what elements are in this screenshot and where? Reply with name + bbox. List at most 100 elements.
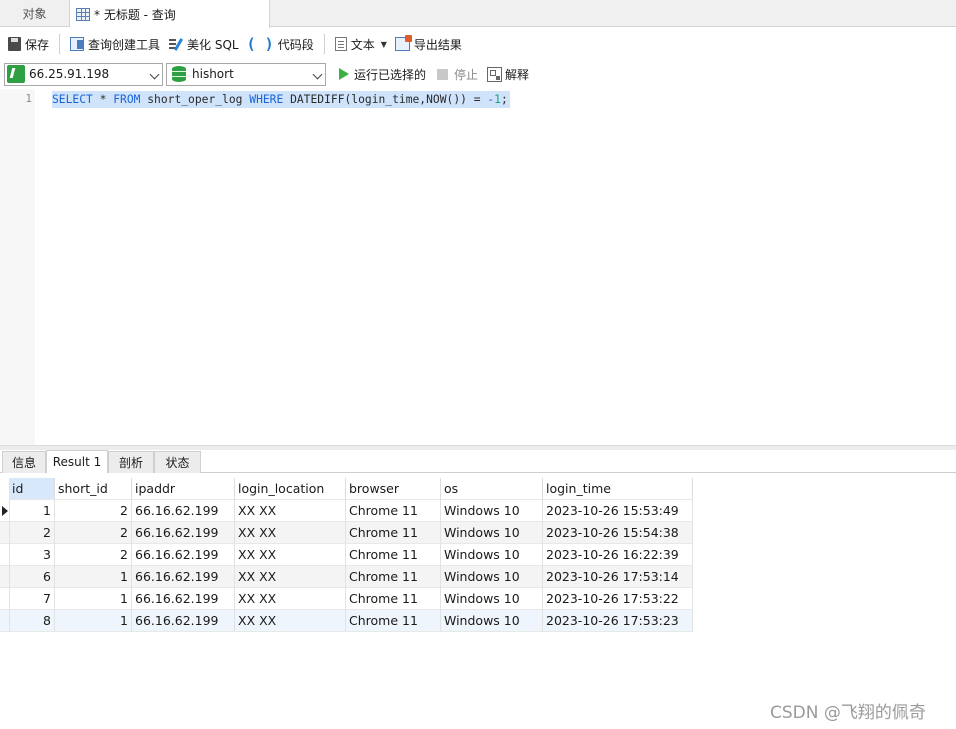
row-indicator[interactable]: [0, 588, 10, 610]
cell-login-location[interactable]: XX XX: [235, 522, 346, 544]
text-mode-dropdown[interactable]: 文本 ▼: [331, 32, 391, 56]
row-indicator[interactable]: [0, 522, 10, 544]
cell-login-location[interactable]: XX XX: [235, 500, 346, 522]
run-selected-button[interactable]: 运行已选择的: [335, 63, 430, 86]
save-button[interactable]: 保存: [4, 32, 53, 56]
tab-query[interactable]: * 无标题 - 查询: [70, 0, 270, 28]
cell-id[interactable]: 1: [10, 500, 55, 522]
query-builder-label: 查询创建工具: [88, 37, 161, 52]
beautify-sql-button[interactable]: 美化 SQL: [164, 32, 243, 56]
cell-browser[interactable]: Chrome 11: [346, 566, 441, 588]
column-header-short-id[interactable]: short_id: [55, 478, 132, 500]
tab-result-1-label: Result 1: [52, 455, 102, 469]
query-builder-icon: [70, 37, 85, 51]
column-header-login-location[interactable]: login_location: [235, 478, 346, 500]
tab-query-label: * 无标题 - 查询: [94, 7, 176, 22]
connection-host: 66.25.91.198: [29, 67, 110, 81]
table-row[interactable]: 3 2 66.16.62.199 XX XX Chrome 11 Windows…: [0, 544, 693, 566]
row-indicator[interactable]: [0, 544, 10, 566]
cell-short-id[interactable]: 2: [55, 500, 132, 522]
cell-id[interactable]: 7: [10, 588, 55, 610]
row-indicator[interactable]: [0, 500, 10, 522]
text-document-icon: [334, 37, 347, 51]
cell-os[interactable]: Windows 10: [441, 588, 543, 610]
cell-os[interactable]: Windows 10: [441, 610, 543, 632]
cell-browser[interactable]: Chrome 11: [346, 588, 441, 610]
cell-login-time[interactable]: 2023-10-26 17:53:22: [543, 588, 693, 610]
tab-status-label: 状态: [165, 456, 190, 470]
row-indicator[interactable]: [0, 610, 10, 632]
column-header-os[interactable]: os: [441, 478, 543, 500]
grid-header-row: id short_id ipaddr login_location browse…: [0, 478, 693, 500]
code-snippet-button[interactable]: ( ) 代码段: [243, 32, 318, 56]
tab-objects[interactable]: 对象: [0, 0, 70, 27]
run-selected-label: 运行已选择的: [354, 67, 427, 82]
tab-status[interactable]: 状态: [154, 451, 201, 473]
beautify-icon: [168, 37, 183, 52]
sql-semicolon: ;: [500, 93, 508, 106]
column-header-login-time[interactable]: login_time: [543, 478, 693, 500]
connection-select[interactable]: 66.25.91.198: [4, 62, 163, 86]
code-snippet-label: 代码段: [277, 37, 314, 52]
database-select[interactable]: hishort: [166, 62, 326, 86]
export-results-label: 导出结果: [413, 37, 462, 52]
tab-info[interactable]: 信息: [2, 451, 46, 473]
cell-login-time[interactable]: 2023-10-26 17:53:23: [543, 610, 693, 632]
sql-editor[interactable]: 1 SELECT * FROM short_oper_log WHERE DAT…: [0, 89, 956, 445]
tab-profile[interactable]: 剖析: [108, 451, 154, 473]
cell-login-location[interactable]: XX XX: [235, 566, 346, 588]
cell-login-location[interactable]: XX XX: [235, 544, 346, 566]
cell-short-id[interactable]: 1: [55, 566, 132, 588]
play-icon: [339, 68, 349, 80]
cell-browser[interactable]: Chrome 11: [346, 544, 441, 566]
cell-ipaddr[interactable]: 66.16.62.199: [132, 610, 235, 632]
explain-label: 解释: [505, 67, 530, 82]
cell-browser[interactable]: Chrome 11: [346, 522, 441, 544]
save-icon: [8, 37, 21, 51]
cell-ipaddr[interactable]: 66.16.62.199: [132, 588, 235, 610]
table-row[interactable]: 7 1 66.16.62.199 XX XX Chrome 11 Windows…: [0, 588, 693, 610]
explain-button[interactable]: 解释: [485, 63, 531, 86]
cell-id[interactable]: 3: [10, 544, 55, 566]
cell-id[interactable]: 2: [10, 522, 55, 544]
toolbar-divider: [59, 34, 61, 54]
export-results-button[interactable]: 导出结果: [391, 32, 466, 56]
cell-login-time[interactable]: 2023-10-26 17:53:14: [543, 566, 693, 588]
cell-login-time[interactable]: 2023-10-26 15:54:38: [543, 522, 693, 544]
table-row[interactable]: 1 2 66.16.62.199 XX XX Chrome 11 Windows…: [0, 500, 693, 522]
cell-browser[interactable]: Chrome 11: [346, 500, 441, 522]
stop-button[interactable]: 停止: [433, 63, 482, 86]
table-row[interactable]: 6 1 66.16.62.199 XX XX Chrome 11 Windows…: [0, 566, 693, 588]
cell-short-id[interactable]: 1: [55, 610, 132, 632]
cell-ipaddr[interactable]: 66.16.62.199: [132, 522, 235, 544]
cell-login-time[interactable]: 2023-10-26 15:53:49: [543, 500, 693, 522]
query-builder-button[interactable]: 查询创建工具: [66, 32, 164, 56]
database-icon: [172, 66, 186, 82]
cell-os[interactable]: Windows 10: [441, 566, 543, 588]
cell-short-id[interactable]: 1: [55, 588, 132, 610]
cell-short-id[interactable]: 2: [55, 544, 132, 566]
table-row[interactable]: 8 1 66.16.62.199 XX XX Chrome 11 Windows…: [0, 610, 693, 632]
query-toolbar: 保存 查询创建工具 美化 SQL ( ) 代码段 文本 ▼ 导出结果: [0, 30, 956, 58]
table-row[interactable]: 2 2 66.16.62.199 XX XX Chrome 11 Windows…: [0, 522, 693, 544]
watermark: CSDN @飞翔的佩奇: [770, 703, 926, 723]
cell-id[interactable]: 6: [10, 566, 55, 588]
cell-ipaddr[interactable]: 66.16.62.199: [132, 500, 235, 522]
column-header-id[interactable]: id: [9, 478, 55, 500]
cell-login-location[interactable]: XX XX: [235, 588, 346, 610]
cell-os[interactable]: Windows 10: [441, 522, 543, 544]
cell-ipaddr[interactable]: 66.16.62.199: [132, 544, 235, 566]
cell-login-location[interactable]: XX XX: [235, 610, 346, 632]
cell-os[interactable]: Windows 10: [441, 544, 543, 566]
cell-login-time[interactable]: 2023-10-26 16:22:39: [543, 544, 693, 566]
cell-id[interactable]: 8: [10, 610, 55, 632]
cell-browser[interactable]: Chrome 11: [346, 610, 441, 632]
sql-statement[interactable]: SELECT * FROM short_oper_log WHERE DATED…: [52, 91, 510, 108]
row-indicator[interactable]: [0, 566, 10, 588]
column-header-ipaddr[interactable]: ipaddr: [132, 478, 235, 500]
cell-os[interactable]: Windows 10: [441, 500, 543, 522]
cell-short-id[interactable]: 2: [55, 522, 132, 544]
cell-ipaddr[interactable]: 66.16.62.199: [132, 566, 235, 588]
column-header-browser[interactable]: browser: [346, 478, 441, 500]
tab-result-1[interactable]: Result 1: [46, 450, 108, 473]
